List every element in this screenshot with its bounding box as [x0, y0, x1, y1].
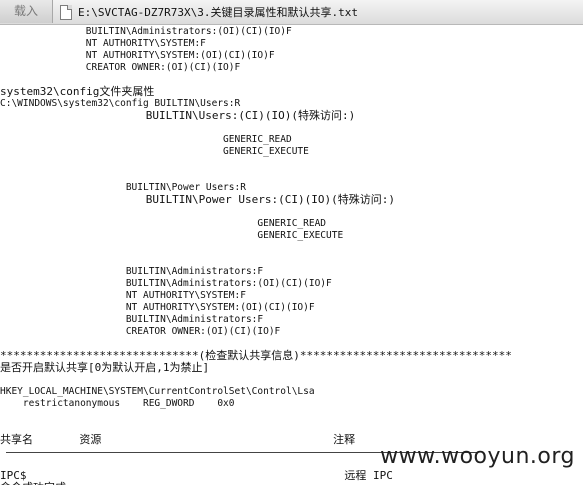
text-line: BUILTIN\Administrators:F [0, 314, 264, 325]
text-line: NT AUTHORITY\SYSTEM:(OI)(CI)(IO)F [0, 302, 315, 313]
text-line: CREATOR OWNER:(OI)(CI)(IO)F [0, 326, 281, 337]
text-line: NT AUTHORITY\SYSTEM:F [0, 38, 206, 49]
text-line: BUILTIN\Administrators:(OI)(CI)(IO)F [0, 278, 332, 289]
text-line: NT AUTHORITY\SYSTEM:(OI)(CI)(IO)F [0, 50, 275, 61]
file-path-label: E:\SVCTAG-DZ7R73X\3.关键目录属性和默认共享.txt [78, 6, 358, 19]
load-button[interactable]: 载入 [0, 0, 53, 23]
text-line: restrictanonymous REG_DWORD 0x0 [0, 398, 235, 409]
toolbar: 载入 E:\SVCTAG-DZ7R73X\3.关键目录属性和默认共享.txt [0, 0, 583, 25]
text-line: GENERIC_EXECUTE [0, 230, 344, 241]
text-line: BUILTIN\Power Users:(CI)(IO)(特殊访问:) [0, 193, 395, 206]
text-line: NT AUTHORITY\SYSTEM:F [0, 290, 246, 301]
text-line: BUILTIN\Administrators:F [0, 266, 264, 277]
text-file-icon [60, 5, 72, 20]
text-line: system32\config文件夹属性 [0, 85, 155, 98]
text-line: GENERIC_READ [0, 134, 292, 145]
text-line: BUILTIN\Users:(CI)(IO)(特殊访问:) [0, 109, 356, 122]
text-line: CREATOR OWNER:(OI)(CI)(IO)F [0, 62, 241, 73]
text-line: HKEY_LOCAL_MACHINE\SYSTEM\CurrentControl… [0, 386, 315, 397]
watermark-text: www.wooyun.org [380, 444, 575, 469]
text-line: 共享名 资源 注释 [0, 433, 356, 446]
text-line: 是否开启默认共享[0为默认开启,1为禁止] [0, 361, 210, 374]
text-line: GENERIC_READ [0, 218, 327, 229]
text-line: GENERIC_EXECUTE [0, 146, 309, 157]
text-content-area[interactable]: BUILTIN\Administrators:(OI)(CI)(IO)F NT … [0, 26, 583, 485]
text-line: BUILTIN\Administrators:(OI)(CI)(IO)F [0, 26, 292, 37]
